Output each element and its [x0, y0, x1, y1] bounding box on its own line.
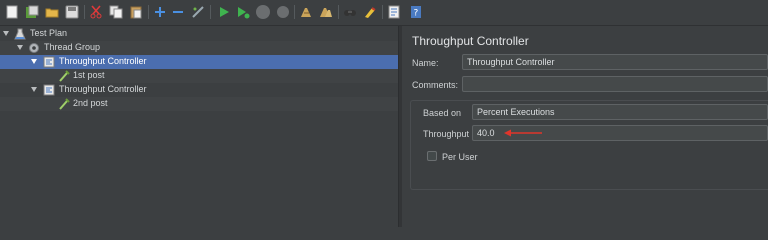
toolbar-separator	[210, 5, 211, 19]
clear-all-icon[interactable]	[318, 4, 334, 20]
test-plan-tree: Test Plan Thread Group Throughput Contro…	[0, 26, 398, 227]
svg-text:?: ?	[414, 9, 419, 19]
based-on-label: Based on	[423, 108, 462, 118]
toggle-icon[interactable]	[190, 4, 206, 20]
clear-icon[interactable]	[298, 4, 314, 20]
toolbar-separator	[382, 5, 383, 19]
collapse-icon[interactable]	[170, 4, 186, 20]
comments-field[interactable]	[462, 76, 768, 92]
expand-arrow-icon[interactable]	[17, 45, 23, 50]
toolbar: ?	[0, 0, 768, 26]
save-icon[interactable]	[64, 4, 80, 20]
tree-item-label: Test Plan	[30, 28, 68, 38]
name-field[interactable]: Throughput Controller	[462, 54, 768, 70]
pipette-icon	[58, 70, 70, 82]
expand-arrow-icon[interactable]	[31, 87, 37, 92]
toolbar-separator	[84, 5, 85, 19]
per-user-checkbox[interactable]	[427, 151, 437, 161]
paste-icon[interactable]	[128, 4, 144, 20]
controller-icon	[43, 56, 55, 68]
new-icon[interactable]	[4, 4, 20, 20]
controller-icon	[43, 84, 55, 96]
toolbar-separator	[338, 5, 339, 19]
tree-item-label: Throughput Controller	[59, 84, 147, 94]
tree-item-label: 2nd post	[73, 98, 108, 108]
tree-item-throughput-controller-2[interactable]: Throughput Controller	[0, 83, 398, 97]
expand-icon[interactable]	[152, 4, 168, 20]
function-helper-icon[interactable]	[386, 4, 402, 20]
tree-item-test-plan[interactable]: Test Plan	[0, 27, 398, 41]
toolbar-separator	[294, 5, 295, 19]
expand-arrow-icon[interactable]	[31, 59, 37, 64]
cut-icon[interactable]	[88, 4, 104, 20]
tree-item-label: Thread Group	[44, 42, 101, 52]
tree-item-thread-group[interactable]: Thread Group	[0, 41, 398, 55]
expand-arrow-icon[interactable]	[3, 31, 9, 36]
tree-item-1st-post[interactable]: 1st post	[0, 69, 398, 83]
templates-icon[interactable]	[24, 4, 40, 20]
tree-item-2nd-post[interactable]: 2nd post	[0, 97, 398, 111]
gear-icon	[28, 42, 40, 54]
start-icon[interactable]	[216, 4, 232, 20]
toolbar-separator	[148, 5, 149, 19]
based-on-select[interactable]: Percent Executions	[472, 104, 768, 120]
pipette-icon	[58, 98, 70, 110]
annotation-arrow	[504, 129, 542, 137]
tree-item-label: Throughput Controller	[59, 56, 147, 66]
throughput-label: Throughput	[423, 129, 470, 139]
reset-search-icon[interactable]	[362, 4, 378, 20]
tree-item-label: 1st post	[73, 70, 105, 80]
search-icon[interactable]	[342, 4, 358, 20]
comments-label: Comments:	[412, 80, 459, 90]
open-icon[interactable]	[44, 4, 60, 20]
tree-item-throughput-controller-1[interactable]: Throughput Controller	[0, 55, 398, 69]
panel-title: Throughput Controller	[412, 34, 529, 48]
copy-icon[interactable]	[108, 4, 124, 20]
start-no-pauses-icon[interactable]	[235, 4, 251, 20]
name-label: Name:	[412, 58, 439, 68]
stop-icon[interactable]	[255, 4, 271, 20]
help-icon[interactable]: ?	[408, 4, 424, 20]
flask-icon	[14, 28, 26, 40]
throughput-controller-panel: Throughput Controller Name: Throughput C…	[402, 26, 768, 227]
shutdown-icon[interactable]	[275, 4, 291, 20]
per-user-label: Per User	[442, 152, 478, 162]
